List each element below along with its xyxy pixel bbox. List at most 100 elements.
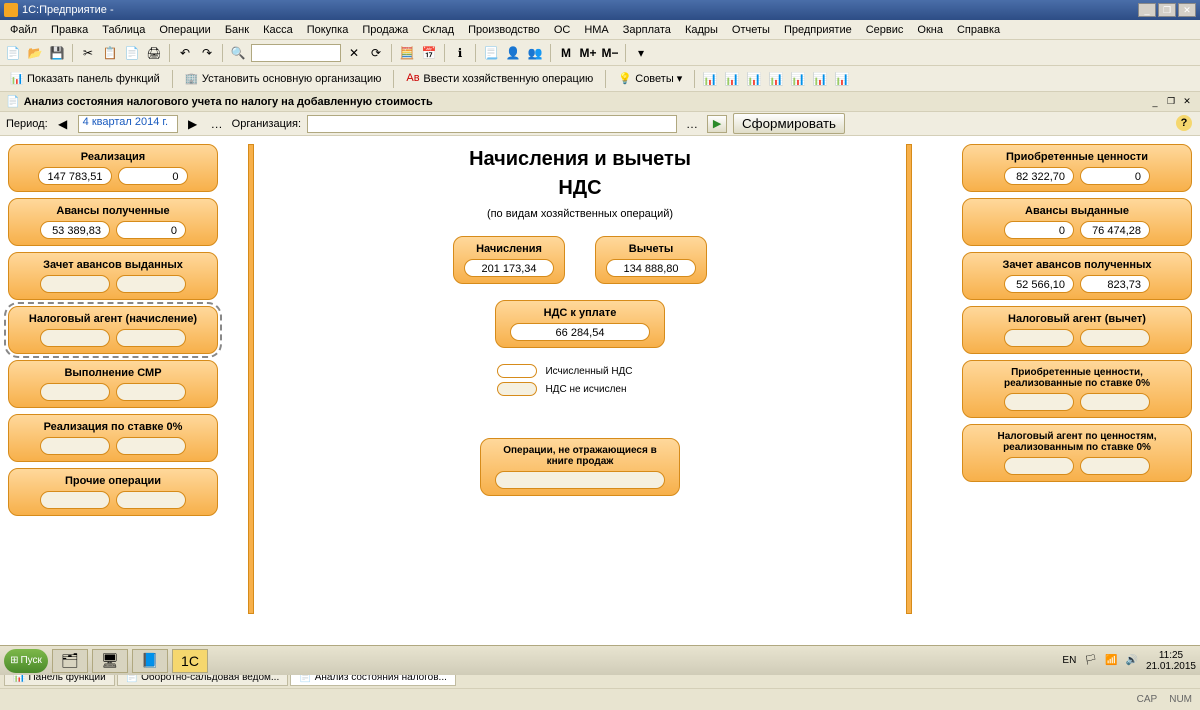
search-icon[interactable]: 🔍	[229, 44, 247, 62]
period-input[interactable]: 4 квартал 2014 г.	[78, 115, 178, 133]
menu-bank[interactable]: Банк	[219, 22, 255, 38]
block-zachet-avansov-poluchennyh[interactable]: Зачет авансов полученных 52 566,10823,73	[962, 252, 1192, 300]
menu-edit[interactable]: Правка	[45, 22, 94, 38]
refresh-icon[interactable]: ⟳	[367, 44, 385, 62]
block-avansy-poluchennye[interactable]: Авансы полученные 53 389,830	[8, 198, 218, 246]
right-column: Приобретенные ценности 82 322,700 Авансы…	[962, 144, 1192, 614]
user-icon[interactable]: 👤	[504, 44, 522, 62]
report2-icon[interactable]: 📊	[723, 70, 741, 88]
menu-table[interactable]: Таблица	[96, 22, 151, 38]
menu-nma[interactable]: НМА	[578, 22, 614, 38]
zoom-mm-icon[interactable]: M−	[601, 44, 619, 62]
menu-salary[interactable]: Зарплата	[617, 22, 677, 38]
org-select-icon[interactable]: …	[683, 115, 701, 133]
new-icon[interactable]: 📄	[4, 44, 22, 62]
org-label: Организация:	[232, 118, 301, 130]
undo-icon[interactable]: ↶	[176, 44, 194, 62]
block-realizaciya-0[interactable]: Реализация по ставке 0%	[8, 414, 218, 462]
minimize-button[interactable]: _	[1138, 3, 1156, 17]
menu-service[interactable]: Сервис	[860, 22, 910, 38]
report5-icon[interactable]: 📊	[789, 70, 807, 88]
block-ops-not-in-book[interactable]: Операции, не отражающиеся в книге продаж	[480, 438, 680, 496]
doc-maximize-button[interactable]: ❐	[1164, 96, 1178, 108]
doc-icon[interactable]: 📃	[482, 44, 500, 62]
menu-cash[interactable]: Касса	[257, 22, 299, 38]
period-prev-icon[interactable]: ◀	[54, 115, 72, 133]
tray-flag-icon[interactable]: 🏳	[1084, 655, 1097, 666]
block-vypolnenie-smr[interactable]: Выполнение СМР	[8, 360, 218, 408]
calendar-icon[interactable]: 📅	[420, 44, 438, 62]
block-nds-k-uplate[interactable]: НДС к уплате 66 284,54	[495, 300, 665, 348]
block-priobretennye-0[interactable]: Приобретенные ценности, реализованные по…	[962, 360, 1192, 418]
divider-left	[248, 144, 254, 614]
menu-production[interactable]: Производство	[462, 22, 546, 38]
center-title2: НДС	[558, 177, 601, 200]
period-select-icon[interactable]: …	[208, 115, 226, 133]
report6-icon[interactable]: 📊	[811, 70, 829, 88]
menu-sale[interactable]: Продажа	[356, 22, 414, 38]
tray-sound-icon[interactable]: 🔊	[1125, 655, 1137, 666]
search-input[interactable]	[251, 44, 341, 62]
menu-windows[interactable]: Окна	[911, 22, 949, 38]
menu-operations[interactable]: Операции	[153, 22, 216, 38]
block-vychety[interactable]: Вычеты 134 888,80	[595, 236, 707, 284]
copy-icon[interactable]: 📋	[101, 44, 119, 62]
redo-icon[interactable]: ↷	[198, 44, 216, 62]
menu-warehouse[interactable]: Склад	[416, 22, 460, 38]
run-button[interactable]: ▶	[707, 115, 727, 133]
menu-enterprise[interactable]: Предприятие	[778, 22, 858, 38]
report3-icon[interactable]: 📊	[745, 70, 763, 88]
block-zachet-avansov-vydannyh[interactable]: Зачет авансов выданных	[8, 252, 218, 300]
task-app1-icon[interactable]: 🖥	[92, 649, 128, 673]
print-icon[interactable]: 🖨	[145, 44, 163, 62]
maximize-button[interactable]: ❐	[1158, 3, 1176, 17]
period-next-icon[interactable]: ▶	[184, 115, 202, 133]
block-nalogovyj-agent-0[interactable]: Налоговый агент по ценностям, реализован…	[962, 424, 1192, 482]
menu-reports[interactable]: Отчеты	[726, 22, 776, 38]
tips-button[interactable]: 💡Советы ▾	[612, 70, 688, 88]
paste-icon[interactable]: 📄	[123, 44, 141, 62]
calc-icon[interactable]: 🧮	[398, 44, 416, 62]
task-explorer-icon[interactable]: 🗂	[52, 649, 88, 673]
block-priobretennye-cennosti[interactable]: Приобретенные ценности 82 322,700	[962, 144, 1192, 192]
users-icon[interactable]: 👥	[526, 44, 544, 62]
menu-help[interactable]: Справка	[951, 22, 1006, 38]
status-cap: CAP	[1137, 694, 1158, 705]
report4-icon[interactable]: 📊	[767, 70, 785, 88]
doc-close-button[interactable]: ✕	[1180, 96, 1194, 108]
start-button[interactable]: ⊞Пуск	[4, 649, 48, 673]
block-nalogovyj-agent-nachislenie[interactable]: Налоговый агент (начисление)	[8, 306, 218, 354]
enter-op-button[interactable]: АвВвести хозяйственную операцию	[400, 70, 599, 88]
tray-lang[interactable]: EN	[1062, 655, 1076, 666]
tray-net-icon[interactable]: 📶	[1105, 655, 1117, 666]
task-app2-icon[interactable]: 📘	[132, 649, 168, 673]
info-icon[interactable]: ℹ	[451, 44, 469, 62]
set-org-button[interactable]: 🏢Установить основную организацию	[179, 70, 388, 88]
close-button[interactable]: ✕	[1178, 3, 1196, 17]
dropdown-icon[interactable]: ▾	[632, 44, 650, 62]
form-button[interactable]: Сформировать	[733, 113, 845, 134]
clear-icon[interactable]: ✕	[345, 44, 363, 62]
org-input[interactable]	[307, 115, 677, 133]
task-1c-icon[interactable]: 1C	[172, 649, 208, 673]
menu-os[interactable]: ОС	[548, 22, 577, 38]
help-icon[interactable]: ?	[1176, 115, 1192, 131]
block-realizaciya[interactable]: Реализация 147 783,510	[8, 144, 218, 192]
block-avansy-vydannye[interactable]: Авансы выданные 076 474,28	[962, 198, 1192, 246]
report7-icon[interactable]: 📊	[833, 70, 851, 88]
block-nachisleniya[interactable]: Начисления 201 173,34	[453, 236, 565, 284]
block-prochie-operacii[interactable]: Прочие операции	[8, 468, 218, 516]
save-icon[interactable]: 💾	[48, 44, 66, 62]
open-icon[interactable]: 📂	[26, 44, 44, 62]
menu-purchase[interactable]: Покупка	[301, 22, 355, 38]
menu-file[interactable]: Файл	[4, 22, 43, 38]
tray-clock[interactable]: 11:25 21.01.2015	[1146, 650, 1196, 672]
zoom-m-icon[interactable]: M	[557, 44, 575, 62]
cut-icon[interactable]: ✂	[79, 44, 97, 62]
block-nalogovyj-agent-vychet[interactable]: Налоговый агент (вычет)	[962, 306, 1192, 354]
show-panel-button[interactable]: 📊Показать панель функций	[4, 70, 166, 88]
doc-minimize-button[interactable]: _	[1148, 96, 1162, 108]
zoom-mp-icon[interactable]: M+	[579, 44, 597, 62]
report1-icon[interactable]: 📊	[701, 70, 719, 88]
menu-personnel[interactable]: Кадры	[679, 22, 724, 38]
